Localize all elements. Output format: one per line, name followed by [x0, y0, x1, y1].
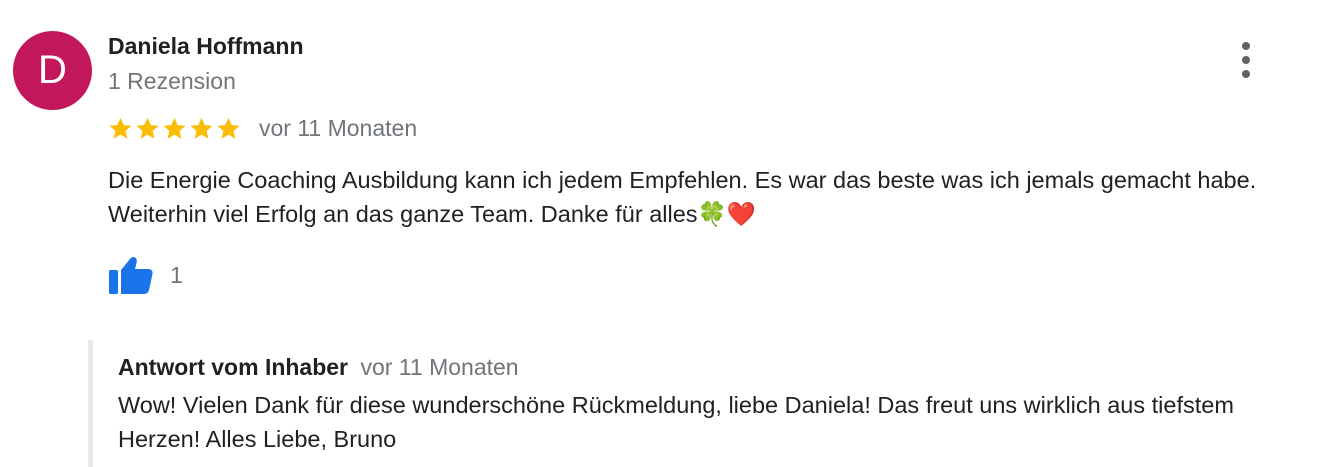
reply-author-label: Antwort vom Inhaber [118, 354, 349, 380]
like-button[interactable]: 1 [108, 255, 183, 295]
author-name[interactable]: Daniela Hoffmann [108, 33, 304, 60]
owner-reply: Antwort vom Inhaber vor 11 Monaten Wow! … [88, 340, 1323, 467]
star-icon [163, 117, 186, 139]
more-vert-icon [1242, 42, 1250, 78]
review-text: Die Energie Coaching Ausbildung kann ich… [108, 167, 1257, 227]
review-time: vor 11 Monaten [259, 114, 418, 141]
more-options-button[interactable] [1230, 38, 1262, 82]
star-rating [108, 116, 241, 141]
thumbs-up-icon [109, 257, 153, 294]
reply-header: Antwort vom Inhaber vor 11 Monaten [118, 354, 519, 381]
reply-time: vor 11 Monaten [360, 354, 519, 380]
like-count: 1 [170, 261, 183, 288]
avatar[interactable]: D [13, 31, 92, 110]
reply-text: Wow! Vielen Dank für diese wunderschöne … [118, 392, 1234, 452]
star-icon [136, 117, 159, 139]
star-icon [109, 117, 132, 139]
rating-row: vor 11 Monaten [108, 112, 417, 144]
star-icon [190, 117, 213, 139]
review-count[interactable]: 1 Rezension [108, 68, 236, 95]
star-icon [217, 117, 240, 139]
